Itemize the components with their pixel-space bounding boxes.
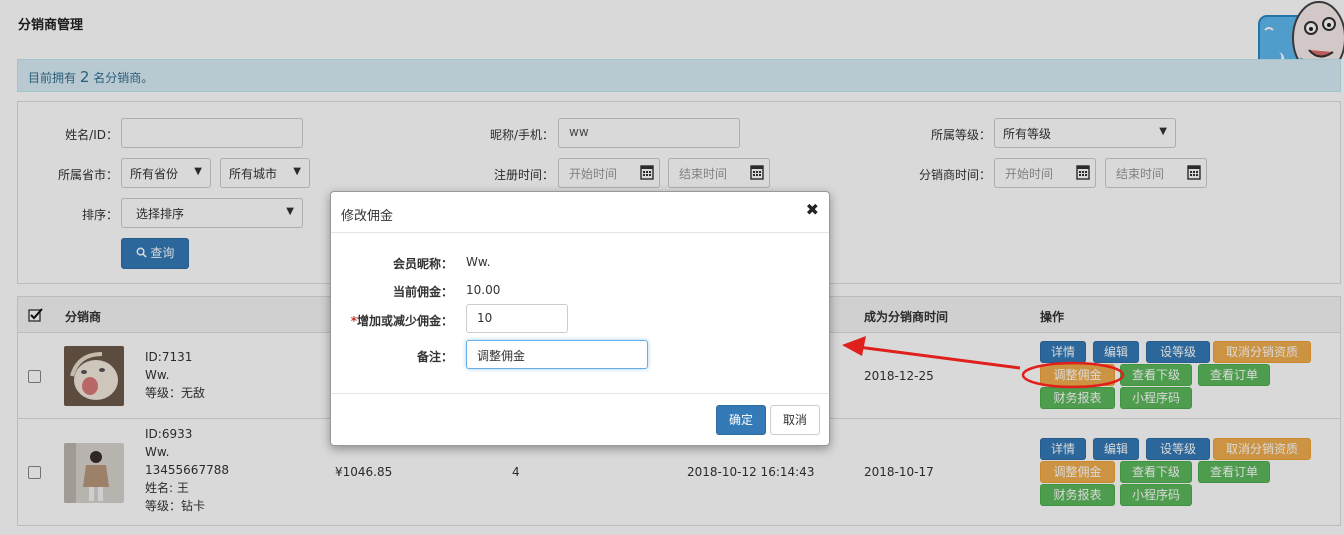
- confirm-button[interactable]: 确定: [716, 405, 766, 435]
- change-commission-label-text: 增加或减少佣金：: [356, 314, 453, 328]
- change-commission-label: *增加或减少佣金：: [351, 312, 453, 329]
- remark-input[interactable]: 调整佣金: [466, 340, 648, 369]
- member-nickname-value: Ww.: [466, 255, 491, 269]
- remark-label: 备注：: [416, 350, 453, 364]
- current-commission-value: 10.00: [466, 283, 501, 297]
- cancel-button[interactable]: 取消: [770, 405, 820, 435]
- page: 分销商管理 目前拥有 2 名分销商。 姓名/ID： 昵称/手机： ww 所属等级…: [0, 0, 1344, 535]
- modal-title: 修改佣金: [341, 209, 394, 224]
- modal-footer: 确定 取消: [331, 393, 829, 446]
- member-nickname-label: 会员昵称：: [392, 257, 453, 271]
- change-commission-input[interactable]: 10: [466, 304, 568, 333]
- modal-header: 修改佣金 ✖: [331, 192, 829, 233]
- edit-commission-modal: 修改佣金 ✖ 会员昵称： Ww. 当前佣金： 10.00 *增加或减少佣金： 1…: [330, 191, 830, 446]
- close-icon[interactable]: ✖: [806, 200, 819, 219]
- current-commission-label: 当前佣金：: [392, 285, 453, 299]
